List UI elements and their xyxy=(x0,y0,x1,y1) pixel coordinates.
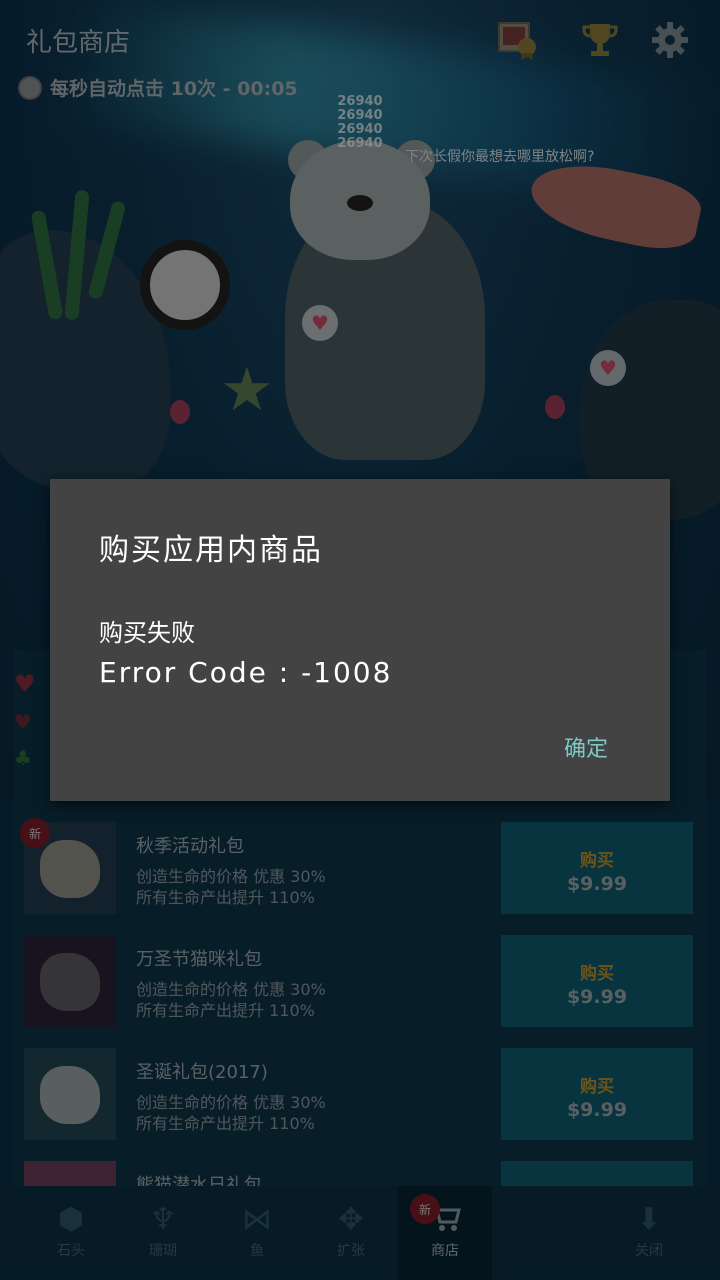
dialog-title: 购买应用内商品 xyxy=(99,533,323,568)
error-code-text: Error Code : -1008 xyxy=(99,656,393,689)
purchase-error-dialog: 购买应用内商品 购买失败 Error Code : -1008 确定 xyxy=(50,479,670,801)
dialog-message: 购买失败 Error Code : -1008 xyxy=(99,613,392,693)
dialog-message-line: 购买失败 xyxy=(99,619,195,647)
ok-button[interactable]: 确定 xyxy=(546,727,626,767)
